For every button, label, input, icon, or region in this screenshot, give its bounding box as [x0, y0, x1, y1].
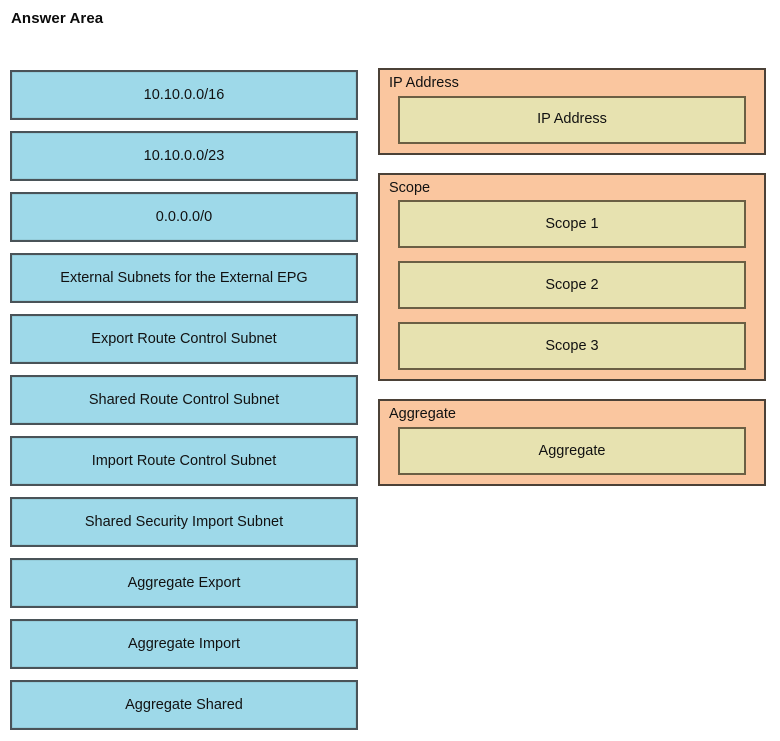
page-title: Answer Area — [11, 10, 104, 27]
answer-option-tile[interactable]: External Subnets for the External EPG — [10, 253, 358, 303]
target-group: Aggregate Aggregate — [378, 399, 766, 487]
answer-area-canvas: Answer Area 10.10.0.0/16 10.10.0.0/23 0.0.… — [0, 0, 780, 735]
answer-option-tile[interactable]: Export Route Control Subnet — [10, 314, 358, 364]
drop-slot[interactable]: Scope 3 — [398, 322, 746, 371]
answer-option-tile[interactable]: Aggregate Export — [10, 558, 358, 608]
drop-slot[interactable]: Scope 1 — [398, 200, 746, 249]
answer-option-tile[interactable]: Aggregate Shared — [10, 680, 358, 730]
answer-target-groups: IP Address IP Address Scope Scope 1 Scope 2S… — [378, 68, 766, 504]
answer-option-tile[interactable]: Aggregate Import — [10, 619, 358, 669]
answer-option-tile[interactable]: Shared Security Import Subnet — [10, 497, 358, 547]
drop-slot[interactable]: Aggregate — [398, 427, 746, 476]
drop-slot[interactable]: Scope 2 — [398, 261, 746, 310]
answer-option-tile[interactable]: 10.10.0.0/16 — [10, 70, 358, 120]
target-group-label: Scope — [389, 179, 431, 196]
target-group-label: Aggregate — [389, 406, 456, 423]
answer-option-tile[interactable]: 0.0.0.0/0 — [10, 192, 358, 242]
answer-option-tile[interactable]: 10.10.0.0/23 — [10, 131, 358, 181]
drop-slot[interactable]: IP Address — [398, 95, 746, 144]
answer-option-tile[interactable]: Shared Route Control Subnet — [10, 375, 358, 425]
target-group: IP Address IP Address — [378, 68, 766, 155]
target-group: Scope Scope 1 Scope 2 Scope 3 — [378, 172, 766, 382]
answer-option-tile[interactable]: Import Route Control Subnet — [10, 436, 358, 486]
target-group-label: IP Address — [389, 75, 459, 91]
answer-options-list: 10.10.0.0/16 10.10.0.0/23 0.0.0.0/0 Externa… — [10, 70, 358, 741]
